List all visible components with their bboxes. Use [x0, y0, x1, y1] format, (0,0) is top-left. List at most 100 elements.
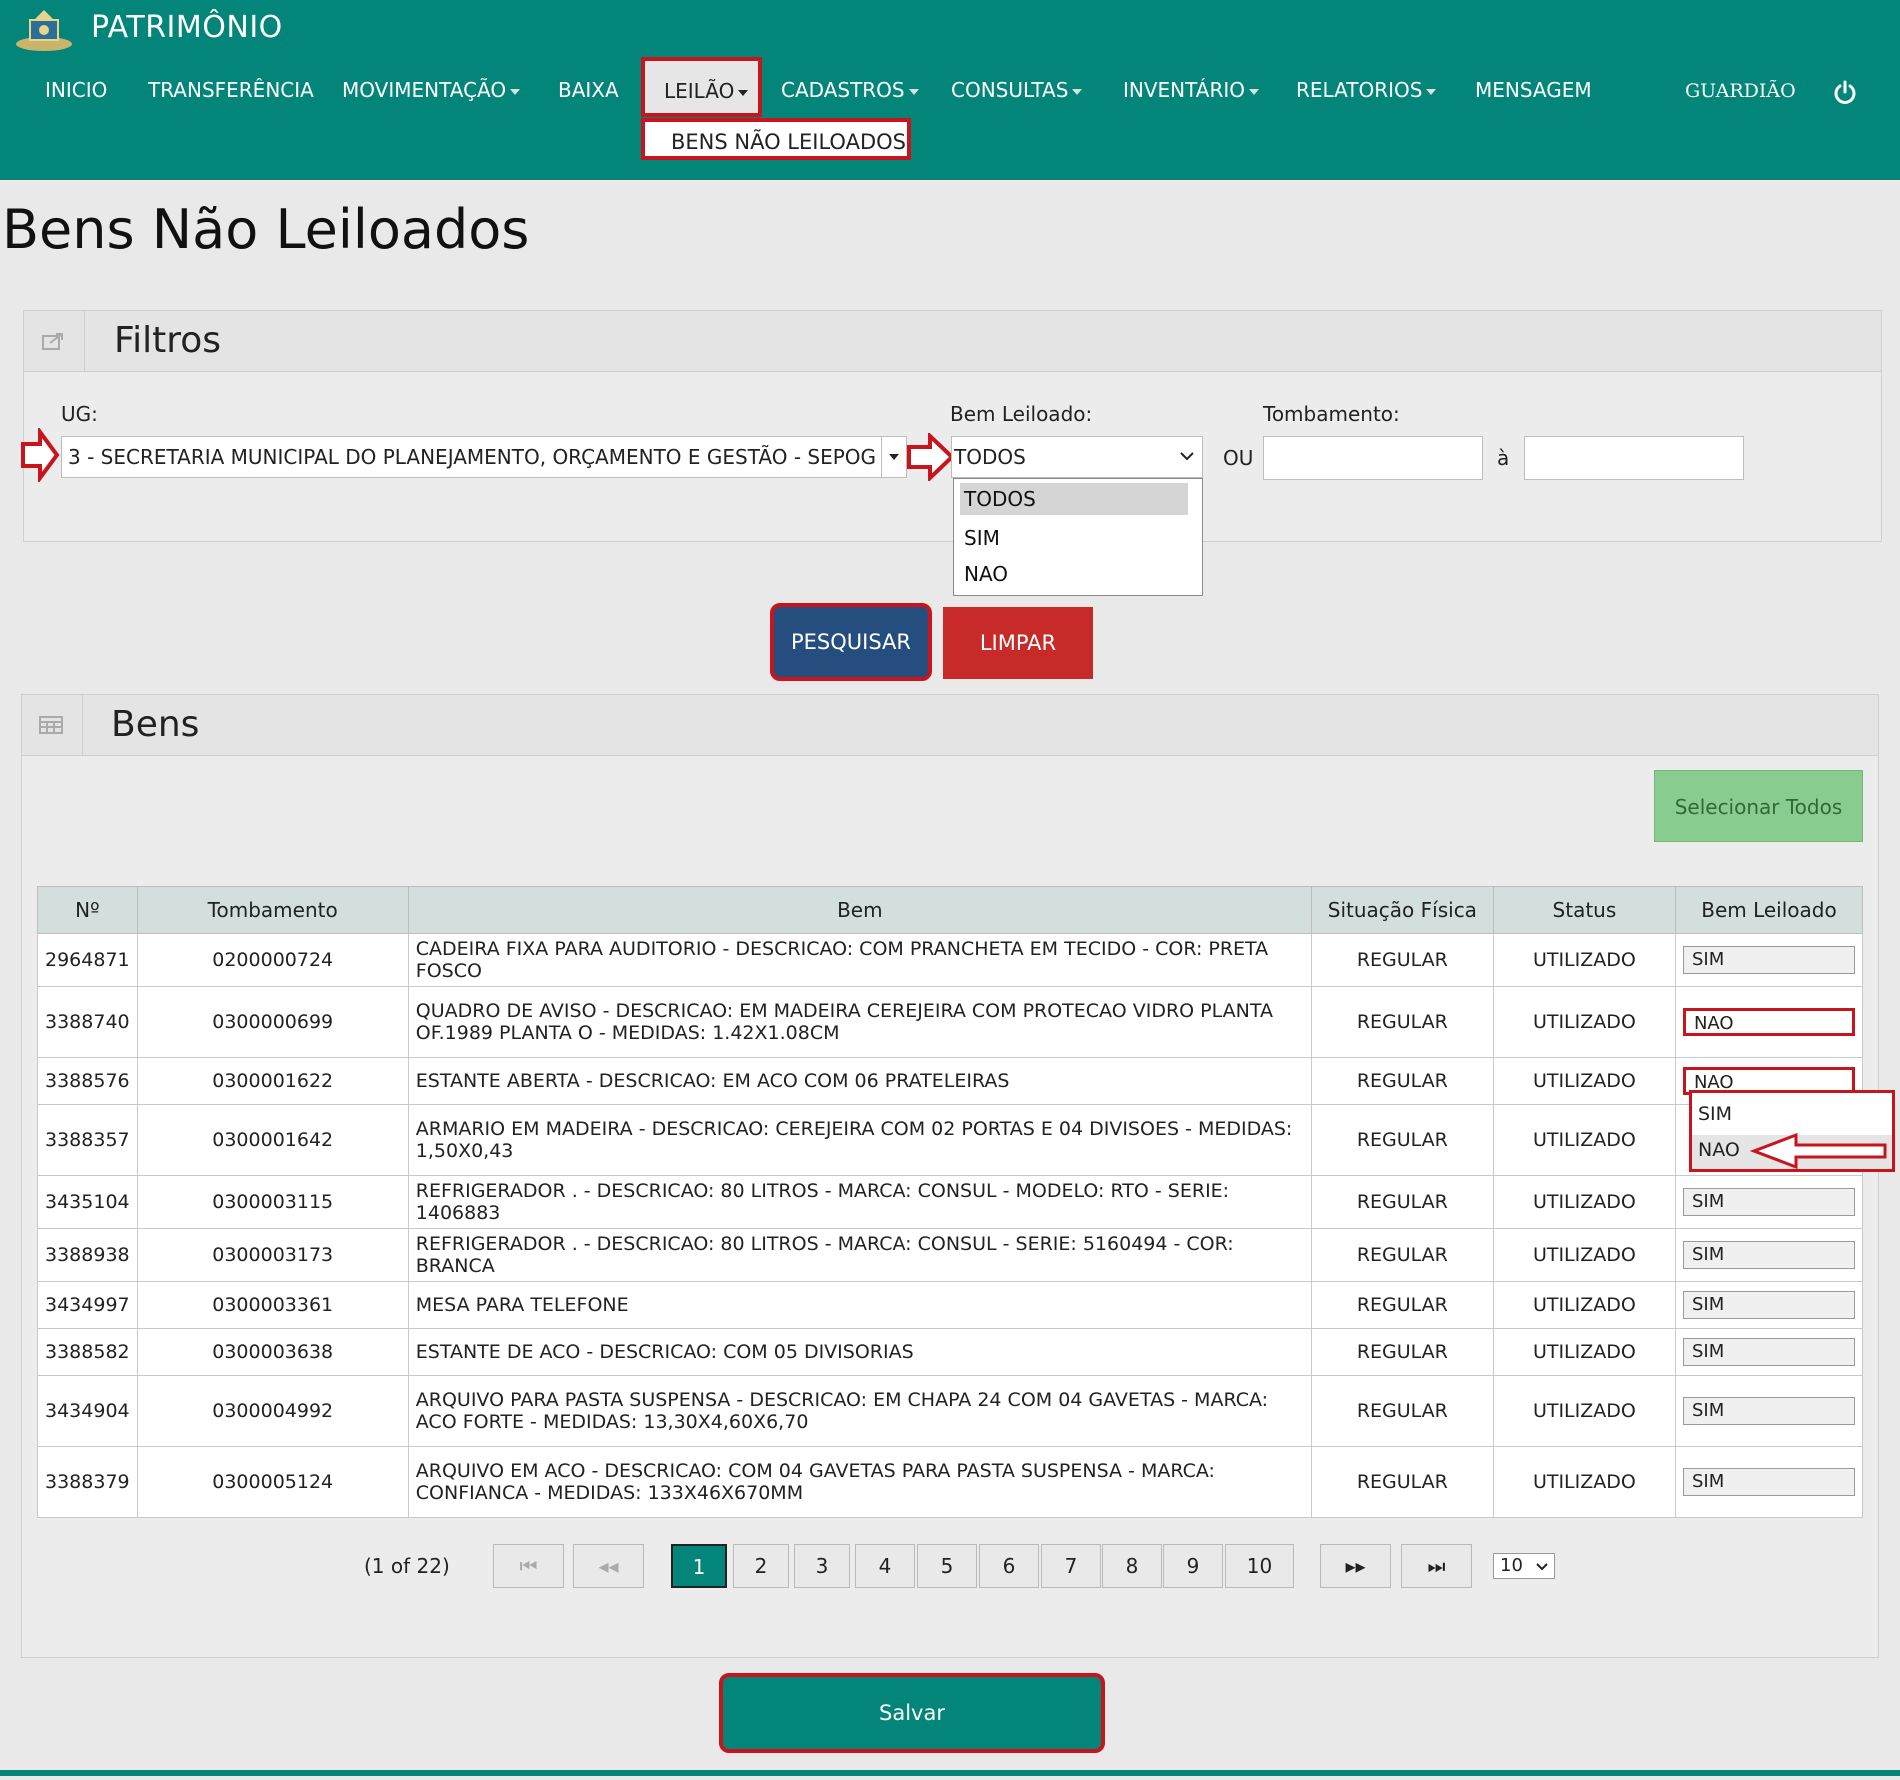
table-row[interactable]: 3435104 0300003115 REFRIGERADOR . - DESC…	[37, 1175, 1864, 1229]
nav-cadastros[interactable]: CADASTROS	[781, 78, 919, 102]
nav-relatorios-label: RELATORIOS	[1296, 78, 1423, 102]
row-option-nao[interactable]: NAO	[1698, 1139, 1740, 1161]
bem-leiloado-row-select[interactable]: SIM	[1682, 946, 1855, 974]
row-option-sim[interactable]: SIM	[1698, 1103, 1732, 1125]
pager-page-4[interactable]: 4	[855, 1544, 915, 1588]
nav-inventario[interactable]: INVENTÁRIO	[1123, 78, 1260, 102]
cell-bem: CADEIRA FIXA PARA AUDITORIO - DESCRICAO:…	[407, 933, 1312, 987]
rows-per-page-select[interactable]: 10	[1493, 1553, 1555, 1579]
option-nao[interactable]: NAO	[964, 562, 1008, 586]
pager-page-2[interactable]: 2	[733, 1544, 789, 1588]
table-row[interactable]: 3388740 0300000699 QUADRO DE AVISO - DES…	[37, 986, 1864, 1058]
table-row[interactable]: 3388582 0300003638 ESTANTE DE ACO - DESC…	[37, 1328, 1864, 1376]
pager-page-8[interactable]: 8	[1102, 1544, 1162, 1588]
pager-page-6[interactable]: 6	[979, 1544, 1039, 1588]
cell-bem: REFRIGERADOR . - DESCRICAO: 80 LITROS - …	[407, 1175, 1312, 1229]
nav-consultas[interactable]: CONSULTAS	[951, 78, 1083, 102]
cell-bem-leiloado: SIM	[1674, 1228, 1864, 1282]
nav-leilao[interactable]: LEILÃO	[664, 79, 749, 103]
cell-situacao: REGULAR	[1310, 986, 1494, 1058]
tombamento-start-input[interactable]	[1263, 436, 1483, 480]
chevron-down-icon	[908, 88, 919, 95]
selecionar-todos-button[interactable]: Selecionar Todos	[1654, 770, 1863, 842]
table-row[interactable]: 3388576 0300001622 ESTANTE ABERTA - DESC…	[37, 1057, 1864, 1105]
nav-mensagem[interactable]: MENSAGEM	[1475, 78, 1592, 102]
cell-numero: 3435104	[37, 1175, 138, 1229]
nav-baixa[interactable]: BAIXA	[558, 78, 619, 102]
ou-label: OU	[1223, 446, 1254, 470]
salvar-button[interactable]: Salvar	[719, 1673, 1105, 1753]
nav-inicio[interactable]: INICIO	[45, 78, 107, 102]
chevron-down-icon	[1072, 88, 1083, 95]
submenu-bens-nao-leiloados[interactable]: BENS NÃO LEILOADOS	[671, 130, 906, 154]
nav-movimentacao[interactable]: MOVIMENTAÇÃO	[342, 78, 521, 102]
user-name[interactable]: GUARDIÃO	[1685, 80, 1796, 102]
bem-leiloado-select-value: TODOS	[954, 445, 1026, 469]
nav-leilao-label: LEILÃO	[664, 79, 735, 103]
pager-prev-button[interactable]: ◂◂	[573, 1544, 644, 1588]
cell-bem-leiloado: SIM	[1674, 1328, 1864, 1376]
option-sim[interactable]: SIM	[964, 526, 1000, 550]
cell-situacao: REGULAR	[1310, 1228, 1494, 1282]
option-todos[interactable]: TODOS	[960, 483, 1188, 515]
cell-tombamento: 0300004992	[136, 1375, 409, 1447]
bens-title: Bens	[111, 704, 200, 745]
bem-leiloado-row-select[interactable]: SIM	[1682, 1338, 1855, 1366]
pager-next-button[interactable]: ▸▸	[1320, 1544, 1391, 1588]
pager-page-3[interactable]: 3	[794, 1544, 850, 1588]
ug-select-value: 3 - SECRETARIA MUNICIPAL DO PLANEJAMENTO…	[68, 445, 877, 469]
cell-numero: 2964871	[37, 933, 138, 987]
bem-leiloado-row-select[interactable]: SIM	[1682, 1397, 1855, 1425]
chevron-down-icon	[510, 88, 521, 95]
cell-situacao: REGULAR	[1310, 1446, 1494, 1518]
cell-status: UTILIZADO	[1492, 1228, 1676, 1282]
cell-numero: 3388576	[37, 1057, 138, 1105]
nav-transferencia[interactable]: TRANSFERÊNCIA	[148, 78, 314, 102]
share-icon[interactable]	[42, 331, 66, 351]
cell-bem: ESTANTE DE ACO - DESCRICAO: COM 05 DIVIS…	[407, 1328, 1312, 1376]
table-row[interactable]: 3388938 0300003173 REFRIGERADOR . - DESC…	[37, 1228, 1864, 1282]
table-icon	[39, 716, 63, 734]
bem-leiloado-row-select[interactable]: SIM	[1682, 1468, 1855, 1496]
pager-last-button[interactable]: ⏭	[1401, 1544, 1472, 1588]
cell-tombamento: 0300003115	[136, 1175, 409, 1229]
cell-situacao: REGULAR	[1310, 1328, 1494, 1376]
pager-page-1[interactable]: 1	[671, 1544, 727, 1588]
tombamento-end-input[interactable]	[1524, 436, 1744, 480]
pager-page-7[interactable]: 7	[1041, 1544, 1101, 1588]
nav-relatorios[interactable]: RELATORIOS	[1296, 78, 1437, 102]
pesquisar-button[interactable]: PESQUISAR	[770, 603, 932, 681]
cell-status: UTILIZADO	[1492, 1375, 1676, 1447]
cell-numero: 3434904	[37, 1375, 138, 1447]
table-row[interactable]: 3434904 0300004992 ARQUIVO PARA PASTA SU…	[37, 1375, 1864, 1447]
pager-page-5[interactable]: 5	[917, 1544, 977, 1588]
power-icon[interactable]	[1832, 80, 1858, 106]
ug-dropdown-toggle[interactable]	[881, 437, 906, 477]
bem-leiloado-select[interactable]: TODOS	[951, 436, 1203, 478]
bens-icon-cell	[22, 695, 83, 755]
bem-leiloado-row-select[interactable]: NAO	[1682, 1008, 1855, 1036]
cell-bem-leiloado: SIM	[1674, 933, 1864, 987]
ug-select[interactable]: 3 - SECRETARIA MUNICIPAL DO PLANEJAMENTO…	[61, 436, 907, 478]
bem-leiloado-row-select[interactable]: SIM	[1682, 1241, 1855, 1269]
pager-page-9[interactable]: 9	[1163, 1544, 1223, 1588]
bem-leiloado-row-select[interactable]: SIM	[1682, 1188, 1855, 1216]
cell-bem: ARMARIO EM MADEIRA - DESCRICAO: CEREJEIR…	[407, 1104, 1312, 1176]
cell-situacao: REGULAR	[1310, 1057, 1494, 1105]
bem-leiloado-row-select[interactable]: SIM	[1682, 1291, 1855, 1319]
cell-numero: 3434997	[37, 1281, 138, 1329]
table-row[interactable]: 3434997 0300003361 MESA PARA TELEFONE RE…	[37, 1281, 1864, 1329]
limpar-button[interactable]: LIMPAR	[943, 607, 1093, 679]
col-header-bem: Bem	[407, 886, 1312, 934]
pager-first-button[interactable]: ⏮	[493, 1544, 564, 1588]
cell-numero: 3388582	[37, 1328, 138, 1376]
table-row[interactable]: 3388379 0300005124 ARQUIVO EM ACO - DESC…	[37, 1446, 1864, 1518]
pager-page-10[interactable]: 10	[1225, 1544, 1294, 1588]
table-row[interactable]: 2964871 0200000724 CADEIRA FIXA PARA AUD…	[37, 933, 1864, 987]
col-header-bem-leiloado: Bem Leiloado	[1674, 886, 1864, 934]
table-row[interactable]: 3388357 0300001642 ARMARIO EM MADEIRA - …	[37, 1104, 1864, 1176]
cell-status: UTILIZADO	[1492, 986, 1676, 1058]
cell-tombamento: 0300001642	[136, 1104, 409, 1176]
cell-tombamento: 0200000724	[136, 933, 409, 987]
chevron-down-icon	[1180, 452, 1194, 461]
